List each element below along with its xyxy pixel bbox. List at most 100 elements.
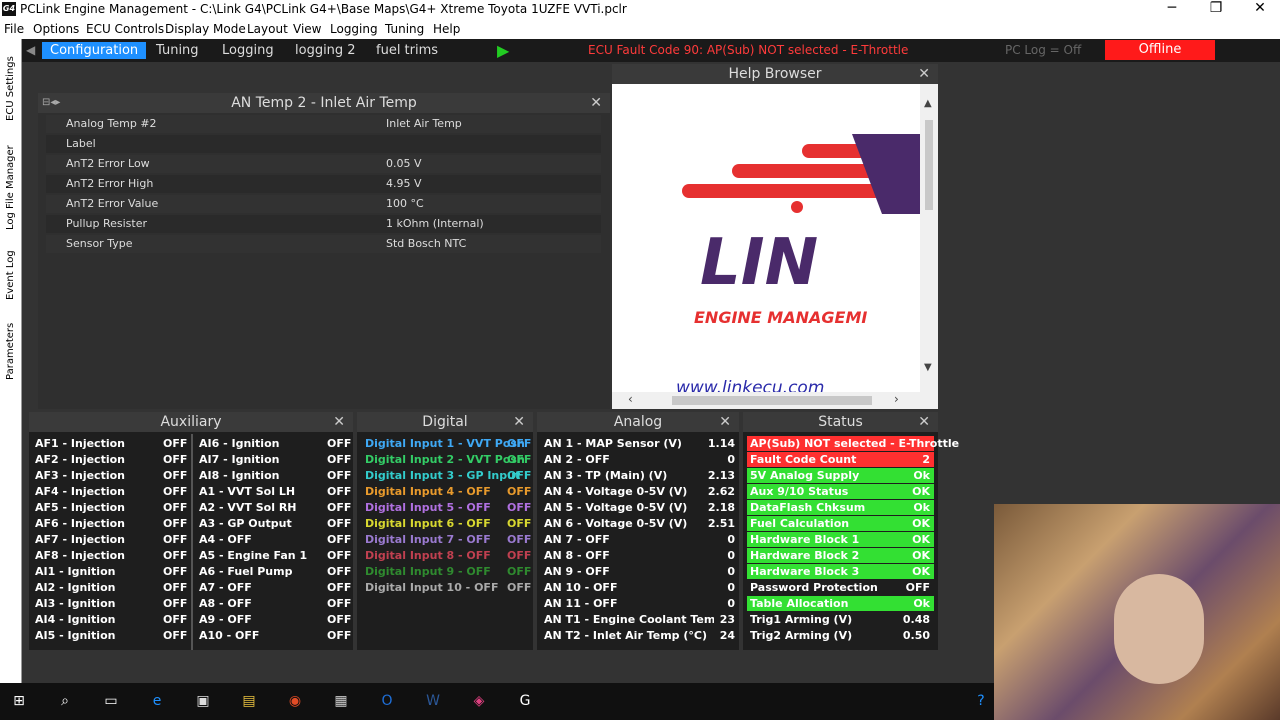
digital-input-label: Digital Input 10 - OFF — [365, 581, 499, 594]
file-explorer-icon[interactable]: ▤ — [238, 691, 260, 711]
digital-input-state: OFF — [507, 485, 532, 498]
status-label: Fuel Calculation — [750, 517, 850, 530]
status-label: Password Protection — [750, 581, 878, 594]
word-icon[interactable]: W — [422, 691, 444, 711]
menu-help[interactable]: Help — [433, 22, 460, 36]
menu-tuning[interactable]: Tuning — [385, 22, 424, 36]
aux-output-label: A9 - OFF — [199, 613, 252, 626]
close-window-button[interactable]: ✕ — [1238, 0, 1280, 19]
scroll-up-icon[interactable]: ▲ — [924, 98, 932, 109]
digital-input-label: Digital Input 8 - OFF — [365, 549, 491, 562]
aux-output-label: A10 - OFF — [199, 629, 260, 642]
settings-panel-header: ⊟◂▸ AN Temp 2 - Inlet Air Temp ✕ — [38, 93, 610, 113]
side-tab-event-log[interactable]: Event Log — [3, 243, 19, 307]
tab-tuning[interactable]: Tuning — [148, 42, 207, 59]
windows-start-icon[interactable]: ⊞ — [8, 691, 30, 711]
close-icon[interactable]: ✕ — [918, 412, 930, 432]
settings-row[interactable] — [46, 135, 601, 153]
digital-panel: Digital ✕ Digital Input 1 - VVT Posn OFF Di… — [357, 412, 533, 650]
aux-output-state: OFF — [327, 437, 352, 450]
tab-logging[interactable]: Logging — [214, 42, 282, 59]
horizontal-scrollbar[interactable]: ‹ › — [612, 392, 938, 409]
side-tab-ecu-settings[interactable]: ECU Settings — [3, 45, 19, 133]
analog-input-value: 0 — [727, 533, 735, 546]
settings-value[interactable]: Inlet Air Temp — [386, 117, 462, 130]
link-url[interactable]: www.linkecu.com — [676, 378, 824, 392]
scroll-thumb[interactable] — [672, 396, 872, 405]
menu-options[interactable]: Options — [33, 22, 79, 36]
analog-input-label: AN 8 - OFF — [544, 549, 610, 562]
aux-output-label: AF7 - Injection — [35, 533, 125, 546]
play-icon[interactable]: ▶ — [497, 41, 509, 60]
pin-nav-icon[interactable]: ⊟◂▸ — [42, 93, 60, 113]
aux-output-state: OFF — [163, 597, 188, 610]
analog-input-value: 2.51 — [707, 517, 735, 530]
help-browser-title: Help Browser — [728, 66, 822, 82]
tab-fuel-trims[interactable]: fuel trims — [368, 42, 446, 59]
side-tab-log-file-manager[interactable]: Log File Manager — [3, 139, 19, 237]
tab-configuration[interactable]: Configuration — [42, 42, 147, 59]
analog-title: Analog — [613, 414, 663, 430]
menu-display-mode[interactable]: Display Mode — [165, 22, 246, 36]
menu-logging[interactable]: Logging — [330, 22, 378, 36]
close-icon[interactable]: ✕ — [590, 93, 602, 113]
close-icon[interactable]: ✕ — [333, 412, 345, 432]
scroll-right-icon[interactable]: › — [894, 392, 899, 406]
aux-output-label: AF3 - Injection — [35, 469, 125, 482]
maximize-button[interactable]: ❐ — [1194, 0, 1238, 19]
tab-logging-2[interactable]: logging 2 — [287, 42, 364, 59]
minimize-button[interactable]: ─ — [1150, 0, 1194, 19]
aux-output-state: OFF — [163, 501, 188, 514]
webcam-person — [1114, 574, 1204, 684]
photos-icon[interactable]: ◈ — [468, 691, 490, 711]
task-view-icon[interactable]: ▭ — [100, 691, 122, 711]
scroll-down-icon[interactable]: ▼ — [924, 362, 932, 373]
settings-value[interactable]: 4.95 V — [386, 177, 422, 190]
search-icon[interactable]: ⌕ — [54, 691, 76, 711]
aux-output-state: OFF — [327, 565, 352, 578]
back-arrow-icon[interactable]: ◀ — [26, 43, 35, 57]
settings-panel: ⊟◂▸ AN Temp 2 - Inlet Air Temp ✕ Analog … — [38, 93, 610, 409]
close-icon[interactable]: ✕ — [719, 412, 731, 432]
store-icon[interactable]: ▣ — [192, 691, 214, 711]
digital-input-state: OFF — [507, 517, 532, 530]
status-value: OK — [912, 517, 930, 530]
scroll-thumb-vertical[interactable] — [925, 120, 933, 210]
pc-log-status[interactable]: PC Log = Off — [1005, 43, 1081, 57]
digital-input-label: Digital Input 1 - VVT Posn — [365, 437, 525, 450]
analog-input-value: 0 — [727, 581, 735, 594]
help-browser-header: Help Browser ✕ — [612, 64, 938, 84]
settings-panel-title: AN Temp 2 - Inlet Air Temp — [231, 95, 417, 111]
edge-icon[interactable]: e — [146, 691, 168, 711]
auxiliary-header: Auxiliary ✕ — [29, 412, 353, 432]
menu-file[interactable]: File — [4, 22, 24, 36]
link-logo-subtitle: ENGINE MANAGEMI — [694, 308, 868, 327]
offline-status-button[interactable]: Offline — [1105, 40, 1215, 60]
settings-value[interactable]: 0.05 V — [386, 157, 422, 170]
scroll-left-icon[interactable]: ‹ — [628, 392, 633, 406]
status-value: 0.50 — [902, 629, 930, 642]
speed-lines-graphic — [682, 134, 922, 214]
menu-view[interactable]: View — [293, 22, 321, 36]
outlook-icon[interactable]: O — [376, 691, 398, 711]
help-icon[interactable]: ? — [970, 691, 992, 711]
chrome-icon[interactable]: ◉ — [284, 691, 306, 711]
settings-value[interactable]: 1 kOhm (Internal) — [386, 217, 484, 230]
menu-layout[interactable]: Layout — [247, 22, 288, 36]
close-icon[interactable]: ✕ — [918, 64, 930, 84]
side-tab-parameters[interactable]: Parameters — [3, 313, 19, 389]
menu-ecu-controls[interactable]: ECU Controls — [86, 22, 164, 36]
aux-output-label: A7 - OFF — [199, 581, 252, 594]
window-title: PCLink Engine Management - C:\Link G4\PC… — [20, 2, 627, 16]
aux-output-label: A2 - VVT Sol RH — [199, 501, 297, 514]
app-icon[interactable]: ▦ — [330, 691, 352, 711]
close-icon[interactable]: ✕ — [513, 412, 525, 432]
vertical-scrollbar[interactable]: ▲ ▼ — [920, 84, 938, 392]
aux-output-label: AF8 - Injection — [35, 549, 125, 562]
settings-value[interactable]: Std Bosch NTC — [386, 237, 466, 250]
pclink-icon[interactable]: G — [514, 691, 536, 711]
analog-header: Analog ✕ — [537, 412, 739, 432]
status-label: Fault Code Count — [750, 453, 857, 466]
settings-label: AnT2 Error Low — [66, 157, 150, 170]
settings-value[interactable]: 100 °C — [386, 197, 424, 210]
